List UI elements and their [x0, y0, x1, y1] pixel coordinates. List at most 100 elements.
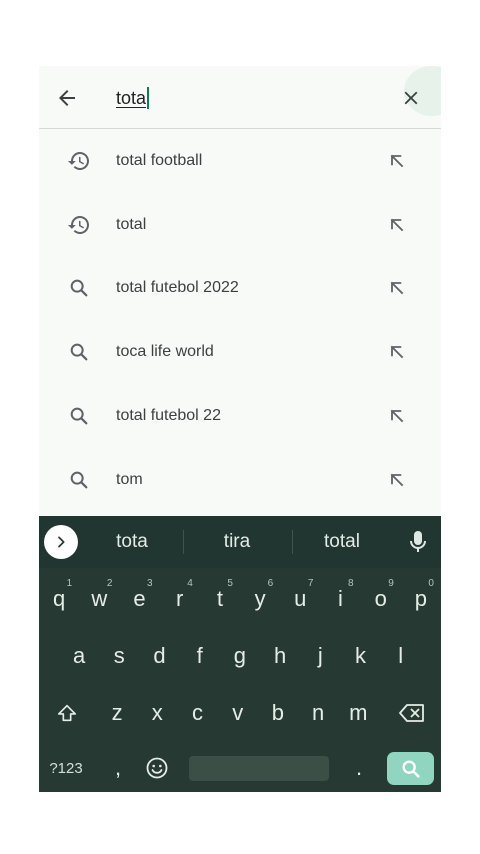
clear-button[interactable]: [397, 84, 425, 112]
key-a[interactable]: a: [59, 631, 99, 681]
suggestion-item[interactable]: toca life world: [39, 320, 441, 384]
key-label: ?123: [49, 759, 83, 777]
keyboard-suggestion[interactable]: total: [297, 516, 387, 568]
shift-icon: [57, 704, 77, 722]
key-o[interactable]: o9: [361, 574, 401, 624]
backspace-key[interactable]: [389, 688, 435, 738]
key-hint: 3: [147, 578, 153, 589]
key-label: v: [232, 700, 244, 725]
suggestion-item[interactable]: total football: [39, 129, 441, 193]
key-z[interactable]: z: [97, 688, 137, 738]
key-d[interactable]: d: [139, 631, 179, 681]
key-m[interactable]: m: [338, 688, 378, 738]
key-label: n: [311, 700, 325, 725]
key-label: i: [338, 586, 343, 611]
back-button[interactable]: [53, 84, 81, 112]
shift-key[interactable]: [47, 688, 87, 738]
fill-query-button[interactable]: [385, 468, 409, 492]
key-t[interactable]: t5: [200, 574, 240, 624]
suggestion-icon: [67, 404, 91, 428]
suggestion-label: total futebol 2022: [116, 279, 239, 297]
suggestion-item[interactable]: tom: [39, 448, 441, 512]
key-f[interactable]: f: [180, 631, 220, 681]
key-label: e: [133, 586, 146, 611]
key-s[interactable]: s: [99, 631, 139, 681]
keyboard-expand-button[interactable]: [44, 525, 78, 559]
history-icon: [68, 215, 89, 234]
suggestion-item[interactable]: total futebol 2022: [39, 257, 441, 321]
key-label: w: [91, 586, 108, 611]
key-x[interactable]: x: [137, 688, 177, 738]
suggestion-icon: [67, 213, 91, 237]
key-v[interactable]: v: [218, 688, 258, 738]
key-label: f: [196, 643, 203, 668]
key-p[interactable]: p0: [401, 574, 441, 624]
key-label: d: [153, 643, 166, 668]
app-window: tota total football total total futebol 20…: [39, 66, 441, 792]
key-hint: 4: [187, 578, 193, 589]
key-hint: 8: [348, 578, 354, 589]
fill-query-button[interactable]: [385, 276, 409, 300]
suggestion-list: total football total total futebol 2022 toc…: [39, 129, 441, 512]
fill-query-button[interactable]: [385, 404, 409, 428]
key-y[interactable]: y6: [240, 574, 280, 624]
key-i[interactable]: i8: [320, 574, 360, 624]
keyboard-suggestion[interactable]: tira: [191, 516, 283, 568]
key-e[interactable]: e3: [119, 574, 159, 624]
comma-key[interactable]: ,: [101, 744, 135, 792]
arrow-up-left-icon: [390, 154, 404, 168]
key-k[interactable]: k: [340, 631, 380, 681]
keyboard-suggestion[interactable]: tota: [87, 516, 177, 568]
key-l[interactable]: l: [381, 631, 421, 681]
key-c[interactable]: c: [177, 688, 217, 738]
symbols-key[interactable]: ?123: [43, 744, 89, 792]
fill-query-button[interactable]: [385, 213, 409, 237]
key-label: k: [354, 643, 366, 668]
microphone-button[interactable]: [405, 528, 431, 556]
key-q[interactable]: q1: [39, 574, 79, 624]
space-key[interactable]: [189, 756, 329, 781]
suggestion-divider: [183, 530, 184, 554]
key-label: t: [216, 586, 223, 611]
fill-query-button[interactable]: [385, 149, 409, 173]
key-label: l: [398, 643, 404, 668]
history-icon: [68, 151, 89, 170]
microphone-icon: [410, 531, 426, 552]
emoji-key[interactable]: [139, 744, 175, 792]
key-label: .: [355, 755, 363, 780]
backspace-icon: [399, 704, 424, 722]
key-label: j: [317, 643, 323, 668]
key-u[interactable]: u7: [280, 574, 320, 624]
key-b[interactable]: b: [258, 688, 298, 738]
key-h[interactable]: h: [260, 631, 300, 681]
key-label: g: [233, 643, 247, 668]
suggestion-icon: [67, 149, 91, 173]
key-g[interactable]: g: [220, 631, 260, 681]
suggestion-item[interactable]: total: [39, 193, 441, 257]
suggestion-label: total futebol 22: [116, 407, 221, 425]
key-r[interactable]: r4: [160, 574, 200, 624]
key-label: x: [151, 700, 163, 725]
period-key[interactable]: .: [341, 744, 377, 792]
close-icon: [404, 91, 418, 105]
key-label: m: [349, 700, 368, 725]
keyboard-suggestion-strip: tota tira total: [39, 516, 441, 568]
key-n[interactable]: n: [298, 688, 338, 738]
key-j[interactable]: j: [300, 631, 340, 681]
key-label: z: [111, 700, 123, 725]
search-input[interactable]: tota: [116, 84, 150, 112]
key-hint: 2: [106, 578, 113, 589]
arrow-up-left-icon: [390, 218, 404, 231]
text-cursor: [147, 87, 150, 109]
key-label: a: [72, 643, 86, 668]
key-label: y: [254, 586, 266, 611]
fill-query-button[interactable]: [385, 340, 409, 364]
suggestion-icon: [67, 276, 91, 300]
search-icon: [70, 343, 88, 361]
key-w[interactable]: w2: [79, 574, 119, 624]
suggestion-item[interactable]: total futebol 22: [39, 384, 441, 448]
key-label: r: [176, 586, 184, 611]
key-label: s: [113, 643, 125, 668]
key-label: p: [414, 586, 428, 611]
search-action-key[interactable]: [387, 752, 434, 785]
